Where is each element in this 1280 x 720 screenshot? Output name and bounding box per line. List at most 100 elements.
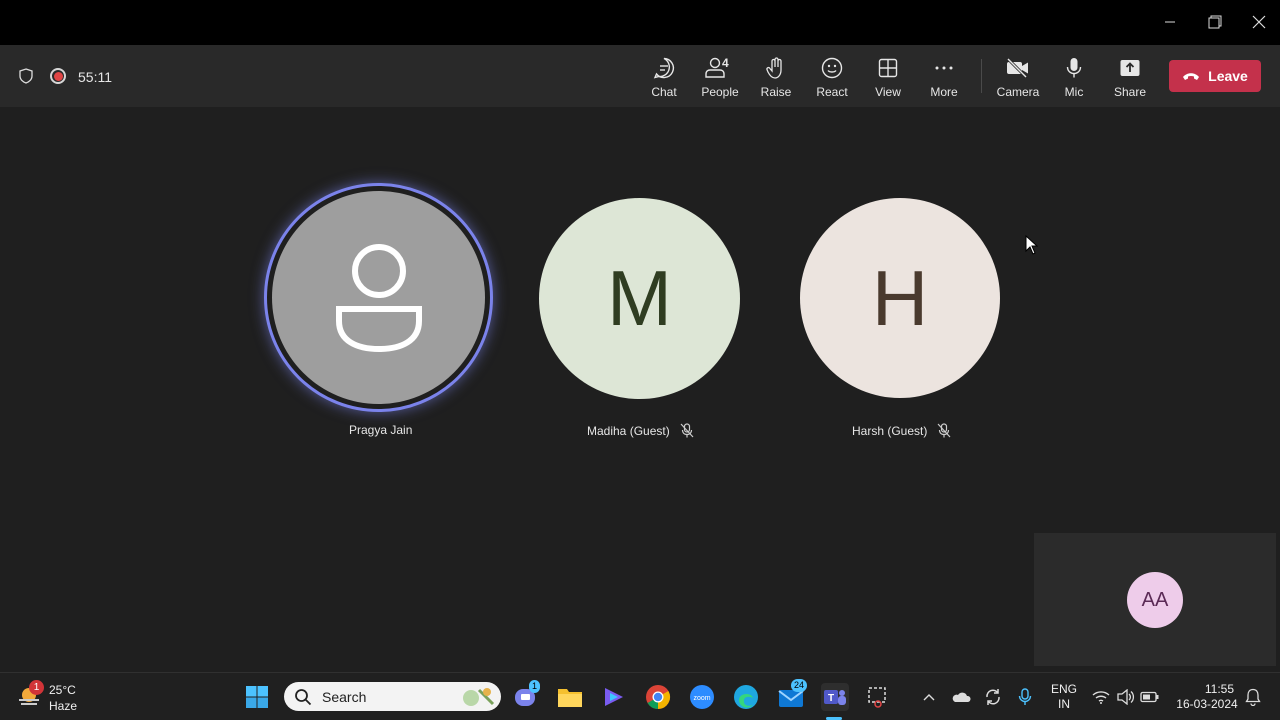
raise-hand-button[interactable]: Raise	[748, 55, 804, 101]
restore-icon	[1208, 15, 1222, 29]
battery-tray-icon[interactable]	[1137, 683, 1163, 711]
taskbar-search[interactable]: Search	[284, 682, 501, 711]
notification-badge: 1	[29, 680, 44, 695]
mic-off-icon	[937, 423, 951, 438]
sync-icon	[986, 689, 1000, 705]
clipchamp-taskbar-icon[interactable]	[600, 683, 628, 711]
show-hidden-icons-button[interactable]	[916, 683, 942, 711]
minimize-icon	[1165, 21, 1175, 23]
meeting-timer: 55:11	[78, 69, 112, 85]
self-view-tile[interactable]: AA	[1034, 533, 1276, 666]
teams-chat-taskbar-icon[interactable]: 1	[512, 680, 541, 711]
avatar: M	[539, 198, 740, 399]
people-icon: 4	[700, 55, 740, 81]
smiley-icon	[820, 55, 844, 81]
leave-label: Leave	[1208, 68, 1248, 84]
teams-taskbar-icon[interactable]: T	[821, 683, 849, 711]
teams-icon: T	[824, 690, 846, 705]
start-button[interactable]	[243, 683, 271, 711]
react-button[interactable]: React	[804, 55, 860, 101]
toolbar-divider	[981, 59, 982, 93]
chat-badge: 1	[529, 680, 541, 693]
cloud-icon	[952, 692, 971, 702]
raise-label: Raise	[760, 85, 792, 99]
bell-icon	[1245, 688, 1261, 706]
video-editor-icon	[605, 688, 623, 706]
search-placeholder: Search	[322, 688, 367, 705]
windows-logo-icon	[246, 686, 268, 708]
svg-text:T: T	[828, 693, 834, 704]
leave-button[interactable]: Leave	[1169, 60, 1261, 92]
chrome-taskbar-icon[interactable]	[644, 683, 672, 711]
grid-icon	[876, 55, 900, 81]
more-label: More	[930, 85, 958, 99]
windows-taskbar: 1 25°C Haze Search 1 zoom 24 T ENG IN 11…	[0, 672, 1280, 720]
close-icon	[1252, 15, 1266, 29]
shield-icon[interactable]	[18, 68, 34, 89]
restore-button[interactable]	[1200, 8, 1230, 36]
mic-label: Mic	[1064, 85, 1084, 99]
share-label: Share	[1113, 85, 1147, 99]
onedrive-tray-icon[interactable]	[948, 683, 974, 711]
battery-icon	[1140, 691, 1159, 703]
mic-tray-icon[interactable]	[1012, 683, 1038, 711]
share-icon	[1118, 55, 1142, 81]
chrome-icon	[646, 685, 671, 709]
zoom-taskbar-icon[interactable]: zoom	[688, 683, 716, 711]
chat-label: Chat	[651, 85, 677, 99]
sync-tray-icon[interactable]	[980, 683, 1006, 711]
mouse-cursor-icon	[1025, 235, 1039, 255]
participant-name: Pragya Jain	[349, 423, 413, 437]
wifi-icon	[1092, 691, 1110, 704]
participant-name: Harsh (Guest)	[852, 423, 951, 439]
chat-icon	[652, 55, 676, 81]
close-button[interactable]	[1244, 8, 1274, 36]
participant-name: Madiha (Guest)	[587, 423, 694, 439]
snipping-tool-taskbar-icon[interactable]	[864, 683, 892, 711]
folder-icon	[558, 689, 582, 707]
share-button[interactable]: Share	[1102, 55, 1158, 101]
wifi-tray-icon[interactable]	[1088, 683, 1114, 711]
camera-off-icon	[1005, 55, 1031, 81]
raise-hand-icon	[764, 55, 788, 81]
mail-badge: 24	[791, 679, 808, 692]
file-explorer-taskbar-icon[interactable]	[556, 683, 584, 711]
person-icon	[335, 243, 422, 352]
camera-label: Camera	[996, 85, 1040, 99]
weather-text: 25°C Haze	[49, 683, 78, 713]
view-label: View	[875, 85, 901, 99]
view-button[interactable]: View	[860, 55, 916, 101]
people-label: People	[701, 85, 739, 99]
notifications-button[interactable]	[1240, 683, 1266, 711]
mic-icon	[1062, 55, 1086, 81]
minimize-button[interactable]	[1155, 8, 1185, 36]
camera-button[interactable]: Camera	[990, 55, 1046, 101]
more-dots-icon	[932, 55, 956, 81]
avatar: AA	[1127, 572, 1183, 628]
zoom-icon: zoom	[690, 685, 714, 709]
meeting-toolbar: 55:11 Chat 4 People Raise React View Mor…	[0, 45, 1280, 107]
search-highlight-icon	[463, 687, 495, 706]
search-icon	[295, 688, 312, 705]
language-indicator[interactable]: ENG IN	[1048, 682, 1080, 712]
microphone-icon	[1018, 688, 1032, 705]
svg-text:zoom: zoom	[693, 695, 710, 702]
mic-off-icon	[680, 423, 694, 438]
avatar: H	[800, 198, 1000, 398]
chevron-up-icon	[923, 694, 935, 701]
hang-up-icon	[1183, 73, 1200, 80]
chat-button[interactable]: Chat	[636, 55, 692, 101]
people-count: 4	[722, 56, 729, 70]
snipping-icon	[868, 687, 886, 708]
people-button[interactable]: 4 People	[692, 55, 748, 101]
window-titlebar	[0, 0, 1280, 45]
avatar	[272, 191, 485, 404]
recording-icon	[50, 68, 66, 84]
mail-taskbar-icon[interactable]: 24	[777, 679, 808, 711]
volume-tray-icon[interactable]	[1113, 683, 1139, 711]
mic-button[interactable]: Mic	[1046, 55, 1102, 101]
react-label: React	[816, 85, 848, 99]
edge-taskbar-icon[interactable]	[732, 683, 760, 711]
clock[interactable]: 11:55 16-03-2024	[1172, 682, 1242, 712]
more-button[interactable]: More	[916, 55, 972, 101]
